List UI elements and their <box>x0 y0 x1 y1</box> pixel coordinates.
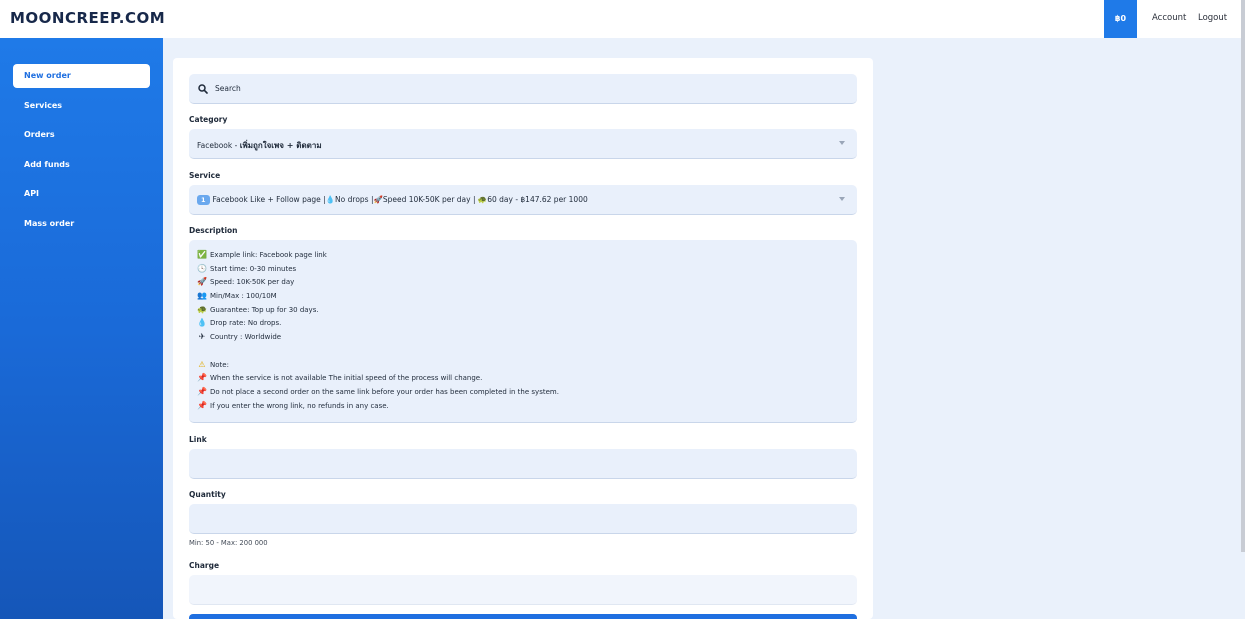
description-line: 📌 When the service is not available The i… <box>197 371 849 385</box>
service-id-badge: 1 <box>197 195 210 205</box>
turtle-icon: 🐢 <box>197 304 207 314</box>
category-value: Facebook - เพิ่มถูกใจเพจ + ติดตาม <box>197 141 322 150</box>
description-line: 💧 Drop rate: No drops. <box>197 316 849 330</box>
category-select[interactable]: Facebook - เพิ่มถูกใจเพจ + ติดตาม <box>189 129 857 159</box>
warning-icon: ⚠ <box>198 359 206 369</box>
sidebar-item-add-funds[interactable]: Add funds <box>13 153 150 177</box>
balance-badge[interactable]: ฿0 <box>1104 0 1137 38</box>
sidebar-item-new-order[interactable]: New order <box>13 64 150 88</box>
sidebar: New order Services Orders Add funds API … <box>0 38 163 619</box>
description-line: 🐢 Guarantee: Top up for 30 days. <box>197 303 849 317</box>
search-icon <box>198 84 208 94</box>
site-logo[interactable]: MOONCREEP.COM <box>10 9 165 27</box>
airplane-icon: ✈ <box>198 332 206 342</box>
service-value: 1 Facebook Like + Follow page |💧No drops … <box>197 195 588 205</box>
new-order-card: Search Category Facebook - เพิ่มถูกใจเพจ… <box>173 58 873 619</box>
sidebar-item-mass-order[interactable]: Mass order <box>13 212 150 236</box>
top-bar: MOONCREEP.COM ฿0 Account Logout <box>0 0 1245 38</box>
page-scrollbar[interactable] <box>1241 0 1245 552</box>
service-label: Service <box>189 171 221 180</box>
service-select[interactable]: 1 Facebook Like + Follow page |💧No drops … <box>189 185 857 215</box>
link-input[interactable] <box>189 449 857 479</box>
sidebar-item-orders[interactable]: Orders <box>13 123 150 147</box>
check-icon: ✅ <box>197 250 207 259</box>
sidebar-item-api[interactable]: API <box>13 182 150 206</box>
logout-link[interactable]: Logout <box>1198 13 1227 23</box>
charge-field <box>189 575 857 605</box>
quantity-label: Quantity <box>189 490 226 499</box>
droplet-icon: 💧 <box>197 318 207 328</box>
account-link[interactable]: Account <box>1152 13 1186 23</box>
quantity-input[interactable] <box>189 504 857 534</box>
sidebar-item-services[interactable]: Services <box>13 94 150 118</box>
description-line: 🚀 Speed: 10K-50K per day <box>197 275 849 289</box>
submit-button[interactable] <box>189 614 857 619</box>
description-line: 📌 Do not place a second order on the same… <box>197 385 849 399</box>
pushpin-icon: 📌 <box>197 373 207 383</box>
search-input[interactable]: Search <box>189 74 857 104</box>
search-placeholder: Search <box>215 84 241 93</box>
description-line: ✅ Example link: Facebook page link <box>197 248 849 262</box>
link-label: Link <box>189 435 207 444</box>
users-icon: 👥 <box>197 291 207 301</box>
description-line: 🕓 Start time: 0-30 minutes <box>197 262 849 276</box>
description-box: ✅ Example link: Facebook page link 🕓 Start… <box>189 240 857 423</box>
category-label: Category <box>189 115 228 124</box>
chevron-down-icon <box>839 197 845 201</box>
charge-label: Charge <box>189 561 220 570</box>
description-line: 👥 Min/Max : 100/10M <box>197 289 849 303</box>
pushpin-icon: 📌 <box>197 400 207 410</box>
quantity-hint: Min: 50 - Max: 200 000 <box>189 539 268 547</box>
description-label: Description <box>189 226 238 235</box>
chevron-down-icon <box>839 141 845 145</box>
clock-icon: 🕓 <box>197 263 207 273</box>
pushpin-icon: 📌 <box>197 386 207 396</box>
description-line: 📌 If you enter the wrong link, no refunds… <box>197 399 849 413</box>
rocket-icon: 🚀 <box>197 277 207 287</box>
description-line: ⚠ Note: <box>197 358 849 372</box>
description-line: ✈ Country : Worldwide <box>197 330 849 344</box>
